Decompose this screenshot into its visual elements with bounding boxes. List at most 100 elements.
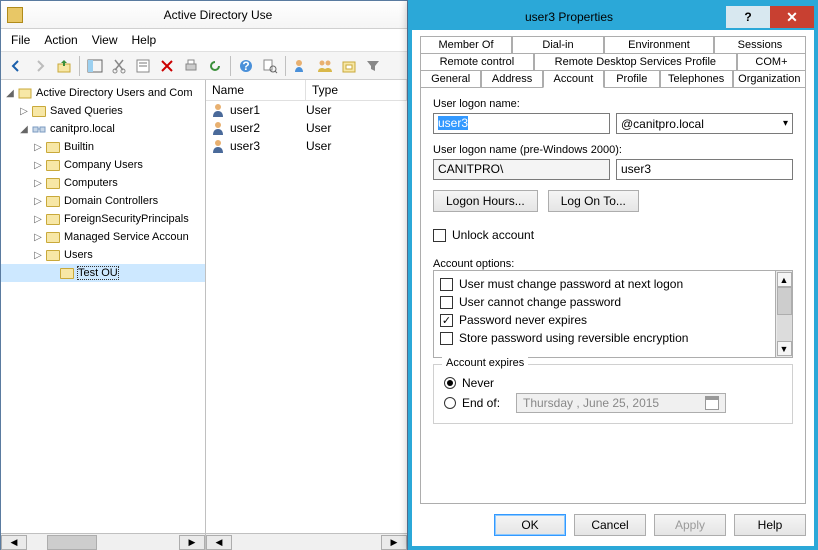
dialog-titlebar[interactable]: user3 Properties ? ✕ — [412, 4, 814, 30]
apply-button[interactable]: Apply — [654, 514, 726, 536]
pre2k-user-input[interactable]: user3 — [616, 159, 793, 180]
ok-button[interactable]: OK — [494, 514, 566, 536]
collapse-icon[interactable]: ◢ — [17, 124, 31, 135]
expires-never-radio[interactable]: Never — [444, 373, 782, 393]
col-type[interactable]: Type — [306, 80, 407, 100]
menu-view[interactable]: View — [86, 31, 124, 49]
tab-com-plus[interactable]: COM+ — [737, 53, 806, 70]
tree-pane[interactable]: ◢ Active Directory Users and Com ▷ Saved… — [1, 80, 206, 550]
calendar-icon[interactable] — [705, 396, 719, 410]
up-button[interactable] — [53, 55, 75, 77]
new-group-button[interactable] — [314, 55, 336, 77]
tree-node[interactable]: ▷Managed Service Accoun — [1, 228, 205, 246]
scroll-track[interactable] — [777, 315, 792, 341]
tab-strip: Member Of Dial-in Environment Sessions R… — [420, 36, 806, 87]
tree-h-scroll[interactable]: ◀ ▶ — [1, 533, 205, 550]
scroll-thumb[interactable] — [777, 287, 792, 315]
tab-organization[interactable]: Organization — [733, 70, 806, 87]
forward-button[interactable] — [29, 55, 51, 77]
tree-root[interactable]: ◢ Active Directory Users and Com — [1, 84, 205, 102]
aduc-icon — [17, 86, 33, 100]
dialog-button-row: OK Cancel Apply Help — [420, 504, 806, 540]
logon-name-input[interactable]: user3 — [433, 113, 610, 134]
scroll-left-icon[interactable]: ◀ — [206, 535, 232, 550]
properties-dialog: user3 Properties ? ✕ Member Of Dial-in E… — [408, 0, 818, 550]
menu-action[interactable]: Action — [38, 31, 83, 49]
help-button[interactable]: Help — [734, 514, 806, 536]
unlock-account-checkbox[interactable]: Unlock account — [433, 226, 793, 244]
tree-node[interactable]: ▷Domain Controllers — [1, 192, 205, 210]
tab-environment[interactable]: Environment — [604, 36, 714, 53]
help-button[interactable]: ? — [235, 55, 257, 77]
options-scrollbar[interactable]: ▲ ▼ — [775, 271, 792, 357]
new-ou-button[interactable] — [338, 55, 360, 77]
log-on-to-button[interactable]: Log On To... — [548, 190, 639, 212]
cut-button[interactable] — [108, 55, 130, 77]
tree-domain[interactable]: ◢ canitpro.local — [1, 120, 205, 138]
opt-cannot-change-pw[interactable]: User cannot change password — [440, 293, 769, 311]
aduc-window: Active Directory Use File Action View He… — [0, 0, 408, 550]
menu-file[interactable]: File — [5, 31, 36, 49]
list-item[interactable]: user1User — [206, 101, 407, 119]
tab-address[interactable]: Address — [481, 70, 542, 87]
tab-telephones[interactable]: Telephones — [660, 70, 733, 87]
close-button[interactable]: ✕ — [770, 6, 814, 28]
expires-end-of-radio[interactable]: End of: Thursday , June 25, 2015 — [444, 393, 782, 413]
scroll-left-icon[interactable]: ◀ — [1, 535, 27, 550]
checkbox-icon: ✓ — [440, 314, 453, 327]
tab-account[interactable]: Account — [543, 70, 604, 88]
find-button[interactable] — [259, 55, 281, 77]
pre2k-domain-input: CANITPRO\ — [433, 159, 610, 180]
list-item[interactable]: user2User — [206, 119, 407, 137]
expand-icon[interactable]: ◢ — [3, 88, 17, 99]
tree-node[interactable]: ▷Computers — [1, 174, 205, 192]
scroll-down-icon[interactable]: ▼ — [777, 341, 792, 356]
filter-button[interactable] — [362, 55, 384, 77]
tree-node[interactable]: ▷Users — [1, 246, 205, 264]
folder-icon — [45, 140, 61, 154]
delete-button[interactable] — [156, 55, 178, 77]
list-body[interactable]: user1User user2User user3User — [206, 101, 407, 533]
back-button[interactable] — [5, 55, 27, 77]
scroll-right-icon[interactable]: ▶ — [179, 535, 205, 550]
scroll-up-icon[interactable]: ▲ — [777, 272, 792, 287]
expand-icon[interactable]: ▷ — [17, 106, 31, 117]
tab-sessions[interactable]: Sessions — [714, 36, 806, 53]
toolbar: ? — [1, 52, 407, 80]
tab-general[interactable]: General — [420, 70, 481, 87]
tab-member-of[interactable]: Member Of — [420, 36, 512, 53]
show-hide-tree-button[interactable] — [84, 55, 106, 77]
list-item[interactable]: user3User — [206, 137, 407, 155]
tree-node[interactable]: ▷Company Users — [1, 156, 205, 174]
tab-remote-control[interactable]: Remote control — [420, 53, 534, 70]
scroll-right-icon[interactable]: ▶ — [381, 535, 407, 550]
logon-hours-button[interactable]: Logon Hours... — [433, 190, 538, 212]
tree-node-selected[interactable]: Test OU — [1, 264, 205, 282]
opt-pw-never-expires[interactable]: ✓Password never expires — [440, 311, 769, 329]
opt-must-change-pw[interactable]: User must change password at next logon — [440, 275, 769, 293]
opt-reversible-encryption[interactable]: Store password using reversible encrypti… — [440, 329, 769, 347]
print-button[interactable] — [180, 55, 202, 77]
new-user-button[interactable] — [290, 55, 312, 77]
menu-help[interactable]: Help — [126, 31, 163, 49]
tree-saved-queries[interactable]: ▷ Saved Queries — [1, 102, 205, 120]
folder-icon — [45, 230, 61, 244]
scroll-thumb[interactable] — [47, 535, 97, 550]
tree-node[interactable]: ▷ForeignSecurityPrincipals — [1, 210, 205, 228]
upn-suffix-select[interactable]: @canitpro.local — [616, 113, 793, 134]
account-options-label: Account options: — [433, 258, 793, 270]
tab-profile[interactable]: Profile — [604, 70, 659, 87]
help-button[interactable]: ? — [726, 6, 770, 28]
refresh-button[interactable] — [204, 55, 226, 77]
tree-node[interactable]: ▷Builtin — [1, 138, 205, 156]
col-name[interactable]: Name — [206, 80, 306, 100]
tab-rds-profile[interactable]: Remote Desktop Services Profile — [534, 53, 737, 70]
tab-dial-in[interactable]: Dial-in — [512, 36, 604, 53]
cancel-button[interactable]: Cancel — [574, 514, 646, 536]
radio-icon — [444, 397, 456, 409]
expiry-date-picker[interactable]: Thursday , June 25, 2015 — [516, 393, 726, 413]
properties-button[interactable] — [132, 55, 154, 77]
list-h-scroll[interactable]: ◀ ▶ — [206, 533, 407, 550]
domain-icon — [31, 122, 47, 136]
menubar: File Action View Help — [1, 29, 407, 52]
